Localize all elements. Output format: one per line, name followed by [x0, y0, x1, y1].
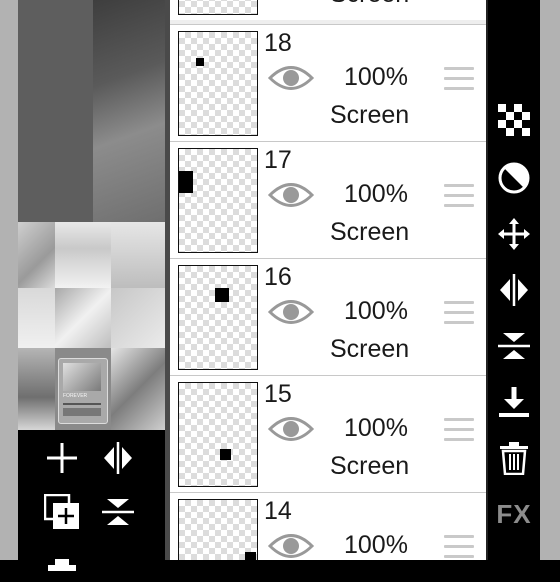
layer-item-16[interactable]: 16 100% Screen: [170, 258, 486, 375]
move-icon[interactable]: [494, 214, 534, 254]
layer-options-icon[interactable]: [42, 542, 82, 582]
preview-tile: [18, 222, 55, 288]
drag-handle-icon[interactable]: [444, 535, 474, 559]
layer-item-14[interactable]: 14 100%: [170, 492, 486, 560]
preview-tile: [111, 222, 165, 288]
drag-handle-icon[interactable]: [444, 184, 474, 208]
layer-blend-mode[interactable]: Screen: [330, 101, 409, 130]
transparency-icon[interactable]: [494, 100, 534, 140]
flip-horizontal-icon[interactable]: [98, 438, 138, 478]
layer-thumbnail: [178, 0, 258, 15]
preview-tile: [18, 288, 55, 348]
import-icon[interactable]: [494, 382, 534, 422]
add-layer-icon[interactable]: [42, 438, 82, 478]
layer-thumbnail: [178, 499, 258, 560]
music-card-controls: [63, 408, 101, 416]
layers-panel: Screen 18 100% Screen 17 100% Scre: [170, 0, 486, 560]
layer-blend-mode[interactable]: Screen: [330, 0, 409, 9]
layer-thumbnail: [178, 265, 258, 370]
layer-opacity[interactable]: 100%: [344, 63, 408, 92]
layer-blend-mode[interactable]: Screen: [330, 218, 409, 247]
drag-handle-icon[interactable]: [444, 418, 474, 442]
preview-tile: [18, 348, 55, 430]
preview-tile: [55, 222, 111, 288]
layer-number: 14: [264, 497, 292, 525]
preview-music-card: FOREVER: [58, 358, 108, 424]
layer-content-mark: [220, 449, 231, 460]
layer-item-18[interactable]: 18 100% Screen: [170, 24, 486, 141]
visibility-eye-icon[interactable]: [267, 63, 315, 93]
layer-number: 18: [264, 29, 292, 57]
layer-content-mark: [179, 171, 193, 193]
fx-icon[interactable]: FX: [494, 494, 534, 534]
visibility-eye-icon[interactable]: [267, 531, 315, 560]
layer-item-15[interactable]: 15 100% Screen: [170, 375, 486, 492]
layer-thumbnail: [178, 148, 258, 253]
delete-icon[interactable]: [494, 438, 534, 478]
canvas-preview[interactable]: FOREVER: [18, 0, 165, 430]
layer-content-mark: [196, 58, 204, 66]
layer-opacity[interactable]: 100%: [344, 414, 408, 443]
drag-handle-icon[interactable]: [444, 67, 474, 91]
music-card-art: [63, 363, 101, 391]
layer-opacity[interactable]: 100%: [344, 297, 408, 326]
layer-item-partial[interactable]: Screen: [170, 0, 486, 20]
flip-horizontal-icon[interactable]: [494, 270, 534, 310]
duplicate-layer-icon[interactable]: [42, 492, 82, 532]
preview-photo: [93, 0, 165, 222]
preview-tile: [111, 288, 165, 348]
blend-mode-icon[interactable]: [494, 158, 534, 198]
layer-opacity[interactable]: 100%: [344, 180, 408, 209]
preview-tile: [111, 348, 165, 430]
visibility-eye-icon[interactable]: [267, 180, 315, 210]
music-card-progress: [63, 403, 101, 405]
preview-tile: [55, 288, 111, 348]
visibility-eye-icon[interactable]: [267, 297, 315, 327]
music-card-title: FOREVER: [63, 393, 88, 399]
layer-content-mark: [215, 288, 229, 302]
layer-toolbar-left: [18, 430, 165, 571]
layer-item-17[interactable]: 17 100% Screen: [170, 141, 486, 258]
drag-handle-icon[interactable]: [444, 301, 474, 325]
layer-number: 16: [264, 263, 292, 291]
layer-blend-mode[interactable]: Screen: [330, 335, 409, 364]
layer-content-mark: [245, 552, 256, 560]
layer-number: 15: [264, 380, 292, 408]
layer-toolbar-right: FX: [488, 0, 540, 560]
window-frame-left: [0, 0, 18, 560]
window-frame-right: [540, 0, 560, 560]
layer-thumbnail: [178, 31, 258, 136]
layer-opacity[interactable]: 100%: [344, 531, 408, 560]
visibility-eye-icon[interactable]: [267, 414, 315, 444]
layer-thumbnail: [178, 382, 258, 487]
fx-label: FX: [496, 498, 532, 529]
merge-down-icon[interactable]: [494, 326, 534, 366]
flip-vertical-icon[interactable]: [98, 492, 138, 532]
preview-strip: [18, 0, 93, 222]
layer-number: 17: [264, 146, 292, 174]
layer-blend-mode[interactable]: Screen: [330, 452, 409, 481]
